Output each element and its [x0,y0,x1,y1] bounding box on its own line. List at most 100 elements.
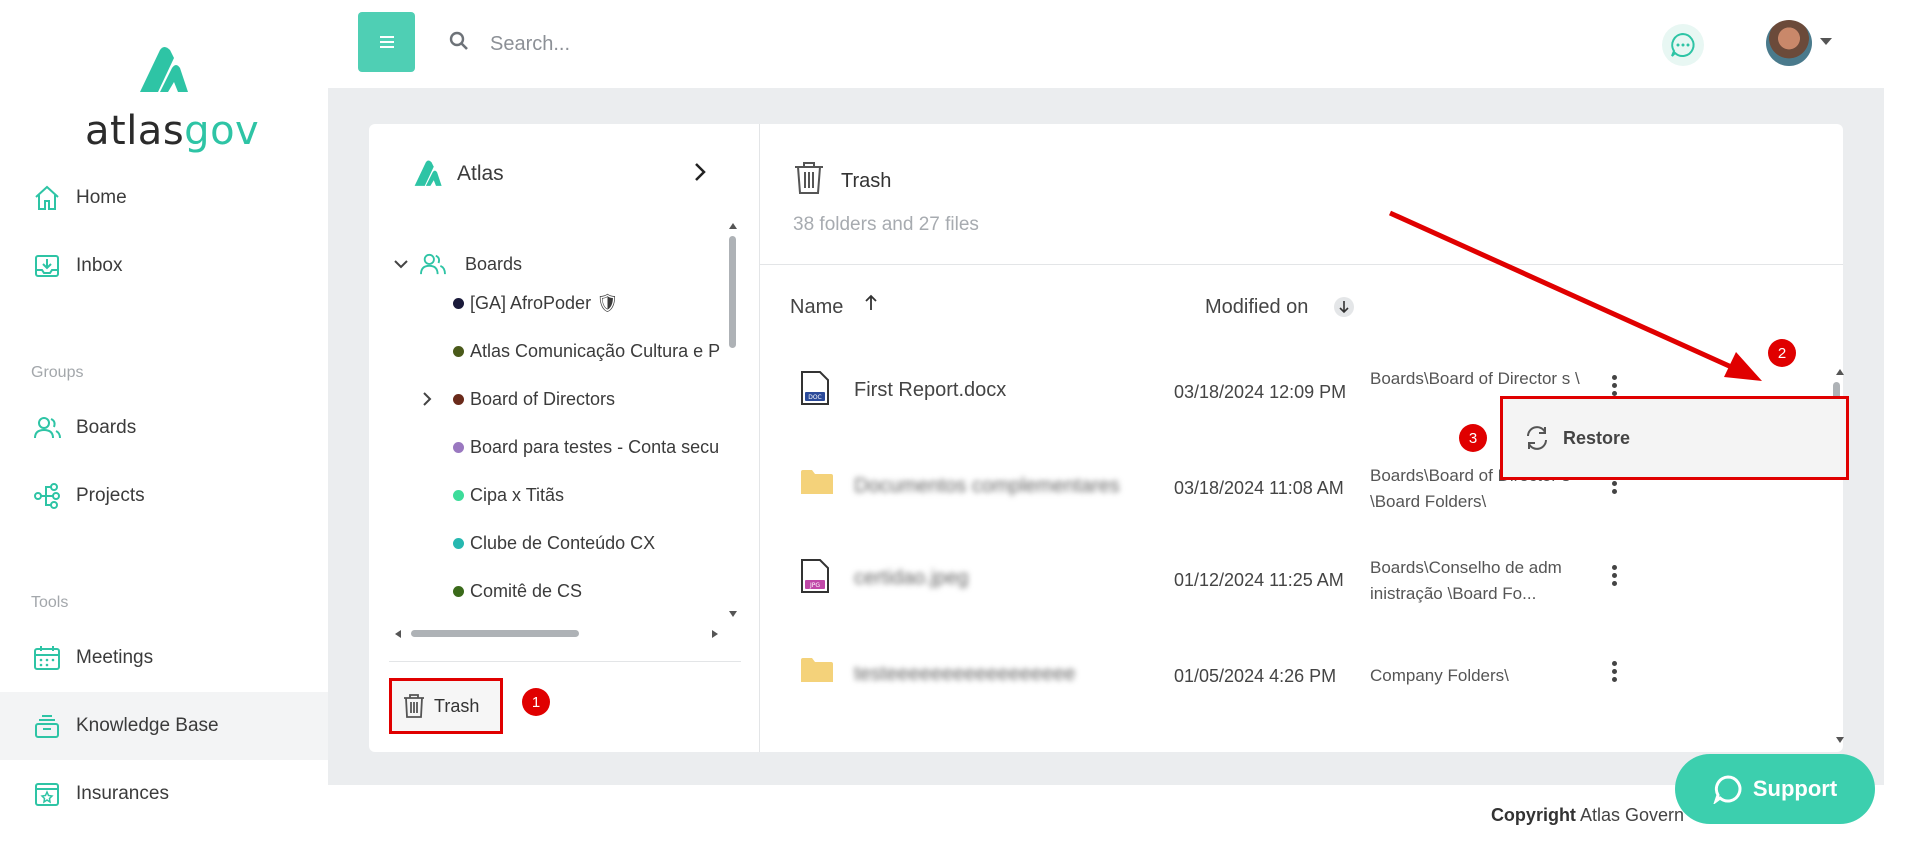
file-name: First Report.docx [854,379,1007,401]
doc-file-icon: DOC [801,371,829,405]
row-menu-button[interactable] [1612,562,1618,589]
scroll-down-arrow-icon[interactable] [1835,736,1845,744]
menu-toggle-button[interactable] [358,12,415,72]
copyright-text: Copyright Atlas Govern [1490,805,1684,825]
sidebar-item-home[interactable]: Home [0,164,328,232]
chevron-down-icon[interactable] [393,258,409,270]
projects-icon [34,483,60,509]
trash-icon [404,694,424,718]
tree-item-label: Board para testes - Conta secu [470,436,720,457]
tree-item-board-of-directors[interactable]: Board of Directors [421,384,723,414]
avatar[interactable] [1766,20,1812,66]
sidebar-item-label: Meetings [76,647,154,668]
board-color-dot [453,393,464,405]
tree-item[interactable]: Board para testes - Conta secu [453,432,723,462]
sort-descending-icon[interactable] [1333,296,1355,318]
chat-bubble-icon [1671,32,1695,57]
sidebar: atlasgov Home Inbox Groups Boards Projec… [0,0,328,849]
tree-item[interactable]: Atlas Comunicação Cultura e P [453,336,723,366]
board-color-dot [453,345,464,357]
annotation-marker-3: 3 [1459,424,1487,452]
scroll-up-arrow-icon[interactable] [1835,368,1845,376]
trash-button[interactable]: Trash [389,678,503,734]
file-name: Documentos complementares [854,475,1120,497]
file-modified-date: 01/05/2024 4:26 PM [1174,666,1337,686]
sidebar-item-inbox[interactable]: Inbox [0,232,328,300]
scroll-right-arrow-icon[interactable] [711,629,719,639]
scroll-up-arrow-icon[interactable] [728,222,738,230]
tree-item-boards[interactable]: Boards [393,249,723,279]
page-title: Trash [841,170,892,192]
table-row[interactable]: JPG certidao.jpeg 01/12/2024 11:25 AM Bo… [760,550,1820,646]
file-name: certidao.jpeg [854,567,969,589]
scroll-down-arrow-icon[interactable] [728,610,738,618]
tree-item-label: Comitê de CS [470,580,583,601]
column-header-name[interactable]: Name [790,296,843,319]
sidebar-item-boards[interactable]: Boards [0,394,328,462]
topbar: Search... [328,0,1884,88]
logo-mark-icon [140,47,188,92]
tree-item-label: Cipa x Titãs [470,484,565,505]
trash-summary: 38 folders and 27 files [793,214,979,235]
tree-item-label: Boards [465,253,523,274]
file-name: testeeeeeeeeeeeeeeeee [854,663,1076,685]
support-button[interactable]: Support [1675,754,1875,824]
chevron-right-icon[interactable] [693,162,707,182]
sidebar-item-insurances[interactable]: Insurances [0,760,328,828]
atlasgov-logo[interactable]: atlasgov [85,42,259,154]
tree-item[interactable]: [GA] AfroPoder 🛡 [453,288,723,318]
row-menu-button[interactable] [1612,372,1618,399]
jpg-file-icon: JPG [801,559,829,593]
workspace-title: Atlas [457,162,504,185]
row-menu-button[interactable] [1612,658,1618,685]
tree-item[interactable]: Clube de Conteúdo CX [453,528,723,558]
search-icon [449,31,468,50]
tree-item-label: Board of Directors [470,388,616,409]
users-icon [420,253,446,275]
atlas-logo-icon [414,160,442,186]
tree-item-label: [GA] AfroPoder 🛡 [470,292,619,313]
sidebar-item-label: Boards [76,417,137,438]
hamburger-icon [379,36,394,48]
header-divider [760,264,1843,265]
folder-icon [801,658,833,682]
sidebar-item-label: Inbox [76,255,123,276]
chevron-right-icon[interactable] [421,391,433,407]
sidebar-item-label: Insurances [76,783,169,804]
sidebar-item-label: Home [76,187,127,208]
file-path: Company Folders\ [1370,666,1509,685]
folder-icon [801,470,833,494]
restore-label: Restore [1563,427,1631,448]
sidebar-item-meetings[interactable]: Meetings [0,624,328,692]
tree-horizontal-scroll-thumb[interactable] [411,630,579,637]
svg-text:JPG: JPG [809,582,820,589]
tree-item-label: Atlas Comunicação Cultura e P [470,340,721,361]
scroll-left-arrow-icon[interactable] [394,629,402,639]
tools-section-label: Tools [31,594,69,611]
sidebar-item-knowledge-base[interactable]: Knowledge Base [0,692,328,760]
logo-wordmark: atlasgov [85,108,260,154]
restore-icon [1527,426,1547,450]
workspace-header[interactable]: Atlas [409,154,709,194]
board-color-dot [453,297,464,309]
annotation-marker-1: 1 [522,688,550,716]
search-input[interactable]: Search... [490,33,570,56]
support-label: Support [1752,776,1838,801]
page-scrollbar[interactable] [1884,0,1912,849]
sidebar-item-label: Knowledge Base [76,715,219,736]
chevron-down-icon[interactable] [1820,38,1832,45]
restore-menu-item[interactable]: Restore [1500,396,1849,480]
sort-ascending-icon[interactable] [864,294,878,312]
tree-vertical-scroll-thumb[interactable] [729,236,736,348]
file-modified-date: 03/18/2024 11:08 AM [1174,478,1344,498]
column-header-modified[interactable]: Modified on [1205,296,1308,319]
chat-bubble-icon [1713,775,1742,804]
chat-button[interactable] [1662,24,1704,66]
tree-item[interactable]: Cipa x Titãs [453,480,723,510]
tree-item[interactable]: Comitê de CS [453,576,723,606]
calendar-icon [34,646,60,670]
sidebar-item-projects[interactable]: Projects [0,462,328,530]
left-panel-divider [389,661,741,662]
board-color-dot [453,585,464,597]
table-row[interactable]: testeeeeeeeeeeeeeeeee 01/05/2024 4:26 PM… [760,646,1820,742]
